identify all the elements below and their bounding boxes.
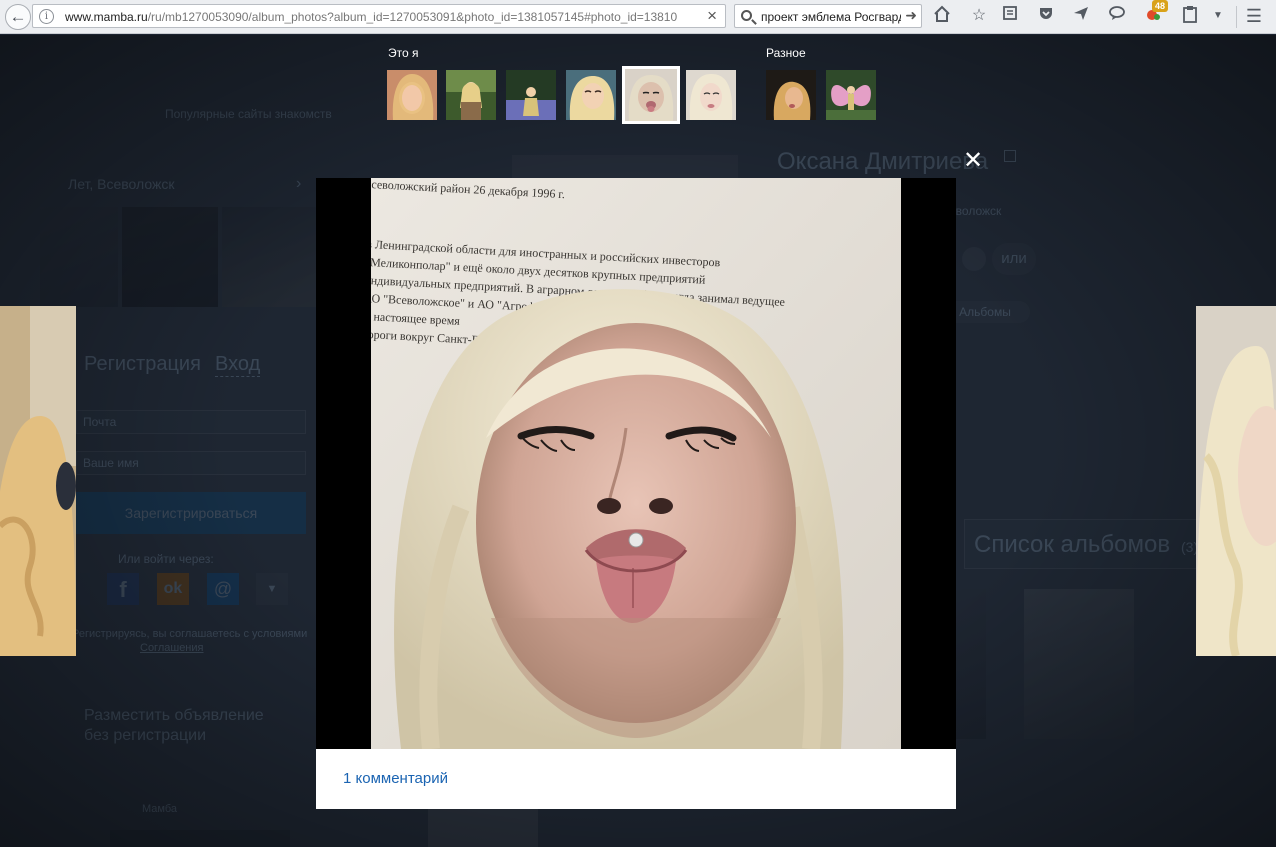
previous-photo[interactable] (0, 306, 76, 656)
album-label[interactable]: Разное (766, 46, 806, 60)
home-icon[interactable] (931, 5, 953, 27)
odnoklassniki-icon[interactable]: ok (157, 573, 189, 605)
album-thumbnail[interactable] (686, 70, 736, 120)
bg-photo[interactable] (1024, 589, 1134, 739)
album-thumbnail[interactable] (566, 70, 616, 120)
bg-photo[interactable] (122, 207, 218, 307)
bg-register-tab[interactable]: Регистрация (84, 353, 201, 376)
mailru-icon[interactable]: @ (207, 573, 239, 605)
toolbar-separator (1236, 6, 1237, 28)
verified-icon (1004, 150, 1016, 162)
bg-photo[interactable] (110, 830, 290, 847)
bg-name-field[interactable]: Ваше имя (76, 451, 306, 475)
search-bar[interactable]: проект эмблема Росгвард ➜ (734, 4, 922, 28)
bg-photo[interactable] (428, 807, 538, 847)
menu-icon[interactable]: ☰ (1243, 5, 1265, 27)
comments-link[interactable]: 1 комментарий (343, 770, 448, 787)
bg-terms-text: Регистрируясь, вы соглашаетесь с условия… (72, 628, 308, 640)
bg-login-tab[interactable]: Вход (215, 353, 261, 377)
bg-footer-text: Мамба (142, 803, 178, 815)
facebook-icon[interactable]: f (107, 573, 139, 605)
album-thumbnail[interactable] (387, 70, 437, 120)
bg-post-ad-subtitle: без регистрации (84, 727, 207, 744)
next-photo[interactable] (1196, 306, 1276, 656)
bg-or-login-text: Или войти через: (118, 552, 214, 566)
close-icon[interactable]: ✕ (962, 148, 984, 172)
browser-toolbar: ← i www.mamba.ru/ru/mb1270053090/album_p… (0, 0, 1276, 34)
album-thumbnail-active[interactable] (622, 66, 680, 124)
search-icon (741, 10, 752, 21)
more-chevron-icon[interactable]: ▼ (256, 573, 288, 605)
send-icon[interactable] (1070, 5, 1092, 27)
bg-post-ad-link[interactable]: Разместить объявление (84, 707, 264, 725)
pocket-icon[interactable] (1035, 5, 1057, 27)
search-go-arrow-icon[interactable]: ➜ (905, 7, 917, 24)
album-thumbnail[interactable] (766, 70, 816, 120)
album-thumbnail[interactable] (506, 70, 556, 120)
album-label[interactable]: Это я (388, 46, 419, 60)
clipboard-icon[interactable] (1179, 5, 1201, 27)
search-input[interactable]: проект эмблема Росгвард (761, 10, 901, 24)
bg-circle-icon[interactable] (962, 247, 986, 271)
chevron-down-icon[interactable]: ▼ (1207, 5, 1229, 27)
bg-terms-link[interactable]: Соглашения (140, 642, 204, 654)
back-arrow-icon[interactable]: ← (5, 4, 31, 30)
main-photo[interactable]: Всеволожский район 26 декабря 1996 г. в … (371, 178, 901, 749)
bg-email-field[interactable]: Почта (76, 410, 306, 434)
bg-hint-text: Популярные сайты знакомств (165, 107, 332, 121)
bg-photo[interactable] (40, 207, 118, 307)
bg-albums-box: Список альбомов (3) (964, 519, 1204, 569)
bg-profile-name: Оксана Дмитриева (777, 148, 989, 175)
bg-register-button[interactable]: Зарегистрироваться (76, 492, 306, 534)
album-thumbnail[interactable] (826, 70, 876, 120)
notification-badge: 48 (1152, 0, 1169, 12)
reading-list-icon[interactable] (999, 5, 1021, 27)
info-icon[interactable]: i (39, 9, 54, 24)
url-bar[interactable]: i www.mamba.ru/ru/mb1270053090/album_pho… (32, 4, 726, 28)
bg-city-text: Лет, Всеволожск (68, 176, 175, 192)
chat-icon[interactable] (1106, 5, 1128, 27)
chevron-right-icon[interactable]: › (296, 175, 301, 193)
bg-or-button[interactable]: или (992, 243, 1036, 275)
clear-url-icon[interactable]: × (707, 7, 717, 25)
album-thumbnail[interactable] (446, 70, 496, 120)
bg-photo[interactable] (222, 207, 318, 307)
comments-bar: 1 комментарий (316, 749, 956, 809)
photo-viewer: Всеволожский район 26 декабря 1996 г. в … (316, 178, 956, 749)
bg-albums-title: Список альбомов (974, 531, 1171, 558)
url-text[interactable]: www.mamba.ru/ru/mb1270053090/album_photo… (65, 10, 697, 24)
bookmark-star-icon[interactable]: ☆ (968, 5, 990, 27)
